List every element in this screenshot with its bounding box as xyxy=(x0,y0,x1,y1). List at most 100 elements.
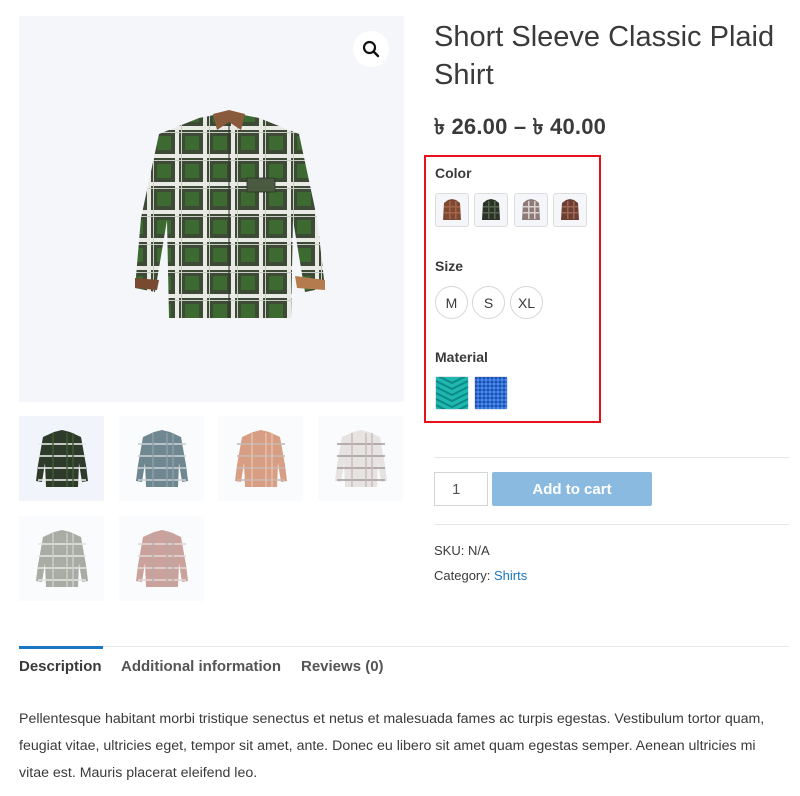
plaid-stripe xyxy=(37,566,86,569)
shirt-swatch-image xyxy=(482,199,500,220)
plaid-stripe xyxy=(71,432,74,487)
plaid-stripe xyxy=(37,466,86,469)
plaid-stripe xyxy=(165,432,168,487)
plaid-stripe xyxy=(573,201,575,219)
plaid-stripe xyxy=(137,466,186,469)
thumbnail-shirt-image xyxy=(334,429,387,487)
plaid-stripe xyxy=(494,201,496,219)
thumbnail-1[interactable] xyxy=(19,416,104,501)
plaid-stripe xyxy=(37,578,86,581)
plaid-stripe xyxy=(37,542,86,545)
thumbnail-3[interactable] xyxy=(218,416,303,501)
plaid-stripe xyxy=(562,206,578,208)
sku-label: SKU: xyxy=(434,543,465,558)
add-to-cart-button[interactable]: Add to cart xyxy=(492,472,652,506)
color-label: Color xyxy=(435,165,472,181)
plaid-stripe xyxy=(264,432,267,487)
color-swatch-rust-plaid[interactable] xyxy=(553,193,587,227)
plaid-stripe xyxy=(65,532,68,587)
chevron-fabric-pattern xyxy=(435,374,469,415)
product-price: ৳ 26.00 – ৳ 40.00 xyxy=(434,114,607,139)
plaid-stripe xyxy=(236,466,285,469)
color-swatch-white-grey-plaid[interactable] xyxy=(514,193,548,227)
plaid-stripe xyxy=(449,201,451,219)
plaid-stripe xyxy=(528,201,530,219)
plaid-stripe xyxy=(236,454,285,457)
thumbnail-shirt-image xyxy=(35,529,88,587)
thumbnail-4[interactable] xyxy=(318,416,403,501)
color-swatch-dark-green-plaid[interactable] xyxy=(474,193,508,227)
plaid-stripe xyxy=(444,206,460,208)
sku-row: SKU: N/A xyxy=(434,543,490,558)
thumbnail-shirt-image xyxy=(135,529,188,587)
sku-value: N/A xyxy=(467,543,490,558)
plaid-stripe xyxy=(567,201,569,219)
tab-reviews[interactable]: Reviews (0) xyxy=(301,658,384,675)
zoom-button[interactable] xyxy=(353,31,389,67)
shirt-swatch-image xyxy=(522,199,540,220)
plaid-stripe xyxy=(171,432,174,487)
size-option-xl[interactable]: XL xyxy=(510,286,543,319)
plaid-stripe xyxy=(336,442,385,445)
plaid-stripe xyxy=(250,432,253,487)
plaid-stripe xyxy=(336,454,385,457)
material-label: Material xyxy=(435,349,488,365)
tab-description[interactable]: Description xyxy=(19,658,102,675)
plaid-stripe xyxy=(151,532,154,587)
plaid-stripe xyxy=(562,212,578,214)
thumbnail-shirt-image xyxy=(135,429,188,487)
plaid-stripe xyxy=(65,432,68,487)
divider xyxy=(434,457,789,458)
plaid-stripe xyxy=(483,206,499,208)
thumbnail-shirt-image xyxy=(234,429,287,487)
plaid-stripe xyxy=(336,466,385,469)
plaid-stripe xyxy=(37,478,86,481)
plaid-stripe xyxy=(444,212,460,214)
plaid-stripe xyxy=(483,212,499,214)
material-swatch-teal-chevron[interactable] xyxy=(435,374,469,415)
plaid-stripe xyxy=(137,566,186,569)
product-main-image[interactable] xyxy=(19,16,404,402)
shirt-swatch-image xyxy=(443,199,461,220)
plaid-stripe xyxy=(137,454,186,457)
plaid-stripe xyxy=(71,532,74,587)
size-option-s[interactable]: S xyxy=(472,286,505,319)
size-option-m[interactable]: M xyxy=(435,286,468,319)
plaid-stripe xyxy=(350,432,353,487)
thumbnail-2[interactable] xyxy=(119,416,204,501)
shirt-image xyxy=(135,110,325,318)
size-label: Size xyxy=(435,258,464,274)
plaid-stripe xyxy=(37,442,86,445)
plaid-stripe xyxy=(236,478,285,481)
category-row: Category: Shirts xyxy=(434,568,527,583)
plaid-stripe xyxy=(534,201,536,219)
plaid-stripe xyxy=(51,532,54,587)
plaid-stripe xyxy=(370,432,373,487)
thumbnail-6[interactable] xyxy=(119,516,204,601)
color-swatch-brown-plaid[interactable] xyxy=(435,193,469,227)
category-link[interactable]: Shirts xyxy=(494,568,527,583)
material-swatch-blue-weave[interactable] xyxy=(474,376,508,410)
plaid-stripe xyxy=(364,432,367,487)
plaid-stripe xyxy=(488,201,490,219)
plaid-stripe xyxy=(236,442,285,445)
plaid-stripe xyxy=(523,212,539,214)
plaid-stripe xyxy=(137,542,186,545)
product-description: Pellentesque habitant morbi tristique se… xyxy=(19,711,765,781)
plaid-stripe xyxy=(523,206,539,208)
plaid-stripe xyxy=(37,554,86,557)
plaid-stripe xyxy=(51,432,54,487)
shirt-swatch-image xyxy=(561,199,579,220)
plaid-stripe xyxy=(137,478,186,481)
tab-additional-information[interactable]: Additional information xyxy=(121,658,281,675)
product-title: Short Sleeve Classic Plaid Shirt xyxy=(434,21,775,91)
thumbnail-5[interactable] xyxy=(19,516,104,601)
divider xyxy=(434,524,789,525)
quantity-input[interactable] xyxy=(434,472,488,506)
plaid-stripe xyxy=(455,201,457,219)
category-label: Category: xyxy=(434,568,491,583)
active-tab-indicator xyxy=(19,646,103,649)
thumbnail-shirt-image xyxy=(35,429,88,487)
plaid-stripe xyxy=(165,532,168,587)
plaid-stripe xyxy=(37,454,86,457)
